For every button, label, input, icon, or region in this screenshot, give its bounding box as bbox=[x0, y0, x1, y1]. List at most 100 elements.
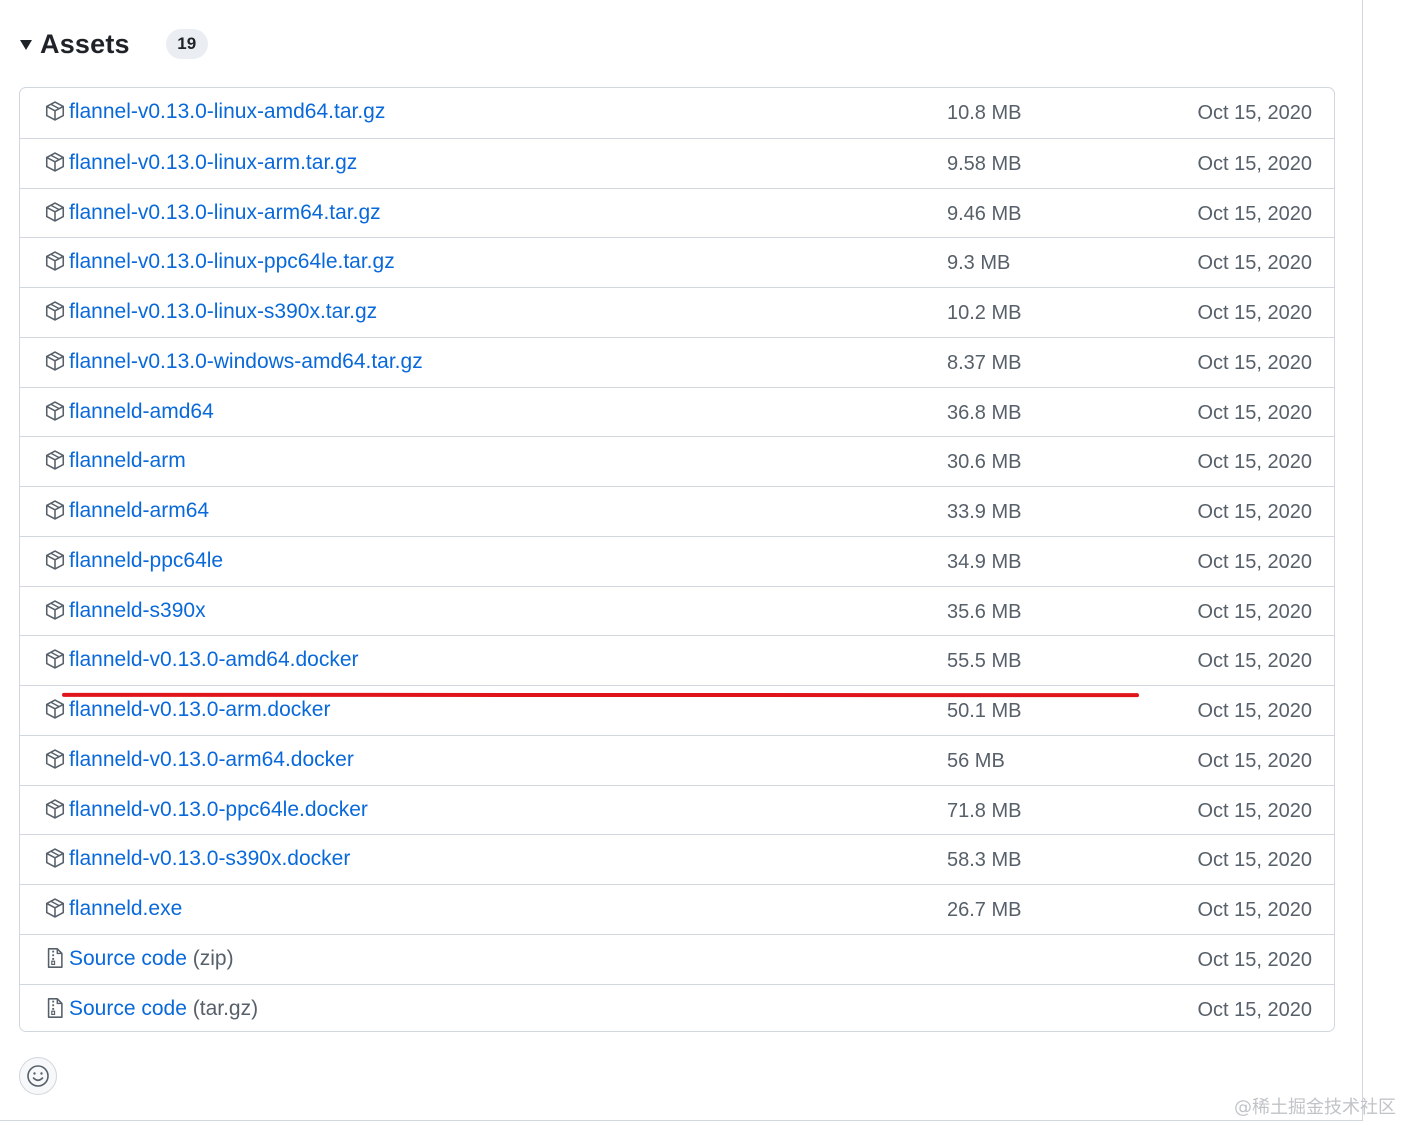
asset-date: Oct 15, 2020 bbox=[1197, 152, 1312, 175]
package-icon bbox=[44, 350, 66, 372]
asset-name: flannel-v0.13.0-linux-amd64.tar.gz bbox=[69, 100, 386, 123]
assets-header[interactable]: Assets 19 bbox=[20, 24, 208, 64]
asset-date: Oct 15, 2020 bbox=[1197, 550, 1312, 573]
asset-link[interactable]: flanneld-arm bbox=[69, 449, 186, 473]
asset-size: 33.9 MB bbox=[947, 501, 1022, 523]
asset-link[interactable]: flannel-v0.13.0-linux-amd64.tar.gz bbox=[69, 100, 385, 124]
asset-date: Oct 15, 2020 bbox=[1197, 650, 1312, 673]
asset-row: flannel-v0.13.0-linux-ppc64le.tar.gz 9.3 … bbox=[20, 237, 1334, 287]
asset-name-suffix: (tar.gz) bbox=[186, 996, 259, 1020]
asset-link[interactable]: flanneld-arm64 bbox=[69, 499, 209, 523]
asset-row: flannel-v0.13.0-linux-s390x.tar.gz 10.2 M… bbox=[20, 287, 1334, 337]
asset-name: flannel-v0.13.0-linux-arm.tar.gz bbox=[69, 150, 358, 174]
asset-date: Oct 15, 2020 bbox=[1197, 252, 1312, 275]
asset-row: flanneld-ppc64le 34.9 MB Oct 15, 2020 bbox=[20, 535, 1334, 586]
asset-name: flanneld-amd64 bbox=[69, 399, 214, 423]
watermark: @稀土掘金技术社区 bbox=[1234, 1097, 1396, 1118]
asset-row: flanneld-arm 30.6 MB Oct 15, 2020 bbox=[20, 436, 1334, 486]
package-icon bbox=[44, 151, 66, 173]
asset-date: Oct 15, 2020 bbox=[1197, 799, 1312, 822]
caret-down-icon[interactable] bbox=[20, 40, 32, 50]
asset-link[interactable]: flannel-v0.13.0-windows-amd64.tar.gz bbox=[69, 350, 423, 374]
add-reaction-button[interactable] bbox=[19, 1057, 57, 1095]
asset-row: flanneld-arm64 33.9 MB Oct 15, 2020 bbox=[20, 486, 1334, 536]
package-icon bbox=[44, 549, 66, 571]
asset-date: Oct 15, 2020 bbox=[1197, 401, 1312, 424]
asset-date: Oct 15, 2020 bbox=[1197, 600, 1312, 623]
asset-link[interactable]: flanneld-v0.13.0-s390x.docker bbox=[69, 847, 350, 871]
red-underline-annotation bbox=[61, 692, 1140, 698]
asset-size: 56 MB bbox=[947, 749, 1005, 772]
asset-name: flanneld-ppc64le bbox=[69, 548, 224, 572]
asset-size: 9.3 MB bbox=[947, 252, 1011, 275]
asset-date: Oct 15, 2020 bbox=[1197, 302, 1312, 324]
asset-size: 55.5 MB bbox=[947, 650, 1022, 673]
asset-link[interactable]: flannel-v0.13.0-linux-ppc64le.tar.gz bbox=[69, 250, 395, 274]
asset-row: flanneld.exe 26.7 MB Oct 15, 2020 bbox=[20, 884, 1334, 934]
asset-row: flanneld-v0.13.0-arm64.docker 56 MB Oct 15… bbox=[20, 734, 1334, 785]
asset-name: flanneld-v0.13.0-amd64.docker bbox=[69, 648, 359, 672]
asset-link[interactable]: flanneld-ppc64le bbox=[69, 549, 223, 573]
asset-row: flannel-v0.13.0-linux-arm.tar.gz 9.58 MB O… bbox=[20, 137, 1334, 188]
asset-row: flanneld-v0.13.0-s390x.docker 58.3 MB Oct … bbox=[20, 834, 1334, 884]
asset-name: flannel-v0.13.0-linux-s390x.tar.gz bbox=[69, 300, 378, 323]
asset-date: Oct 15, 2020 bbox=[1197, 451, 1312, 474]
asset-name: flanneld-s390x bbox=[69, 598, 206, 622]
package-icon bbox=[44, 400, 66, 422]
asset-name: flannel-v0.13.0-linux-arm64.tar.gz bbox=[69, 200, 381, 224]
asset-link[interactable]: flannel-v0.13.0-linux-s390x.tar.gz bbox=[69, 300, 377, 324]
asset-link[interactable]: flanneld-v0.13.0-ppc64le.docker bbox=[69, 798, 368, 822]
assets-count-badge: 19 bbox=[165, 29, 208, 59]
package-icon bbox=[44, 449, 66, 471]
release-page: Assets 19 flannel-v0.13.0-linux-amd64.ta… bbox=[0, 0, 1363, 1121]
asset-name: flannel-v0.13.0-linux-ppc64le.tar.gz bbox=[69, 250, 395, 274]
file-zip-icon bbox=[44, 997, 66, 1019]
asset-name: Source code bbox=[69, 946, 187, 970]
asset-link[interactable]: flanneld-s390x bbox=[69, 599, 206, 623]
asset-link[interactable]: flannel-v0.13.0-linux-arm.tar.gz bbox=[69, 151, 357, 175]
assets-title[interactable]: Assets bbox=[40, 29, 130, 60]
package-icon bbox=[44, 499, 66, 521]
asset-row: flannel-v0.13.0-linux-arm64.tar.gz 9.46 M… bbox=[20, 187, 1334, 238]
asset-link[interactable]: flanneld-v0.13.0-arm.docker bbox=[69, 698, 330, 722]
asset-row: flannel-v0.13.0-windows-amd64.tar.gz 8.37… bbox=[20, 336, 1334, 387]
asset-date: Oct 15, 2020 bbox=[1197, 998, 1312, 1021]
assets-list: flannel-v0.13.0-linux-amd64.tar.gz 10.8 M… bbox=[19, 87, 1335, 1032]
asset-size: 30.6 MB bbox=[947, 451, 1022, 474]
asset-name-suffix: (zip) bbox=[186, 946, 234, 970]
asset-link[interactable]: flannel-v0.13.0-linux-arm64.tar.gz bbox=[69, 201, 381, 225]
asset-link[interactable]: flanneld-v0.13.0-amd64.docker bbox=[69, 648, 359, 672]
asset-link[interactable]: flanneld-v0.13.0-arm64.docker bbox=[69, 748, 354, 772]
package-icon bbox=[44, 201, 66, 223]
asset-row: flanneld-v0.13.0-amd64.docker 55.5 MB Oct … bbox=[20, 635, 1334, 685]
asset-size: 10.2 MB bbox=[947, 302, 1022, 324]
asset-row: flanneld-v0.13.0-ppc64le.docker 71.8 MB Oc… bbox=[20, 784, 1334, 835]
asset-name: flanneld-v0.13.0-ppc64le.docker bbox=[69, 797, 368, 821]
asset-row: flannel-v0.13.0-linux-amd64.tar.gz 10.8 M… bbox=[20, 88, 1334, 138]
package-icon bbox=[44, 748, 66, 770]
package-icon bbox=[44, 599, 66, 621]
package-icon bbox=[44, 897, 66, 919]
asset-row: Source code (tar.gz) Oct 15, 2020 bbox=[20, 983, 1334, 1032]
asset-date: Oct 15, 2020 bbox=[1197, 202, 1312, 225]
asset-link[interactable]: flanneld-amd64 bbox=[69, 400, 214, 424]
asset-date: Oct 15, 2020 bbox=[1197, 102, 1312, 124]
asset-link[interactable]: Source code (zip) bbox=[69, 947, 234, 971]
asset-link[interactable]: flanneld.exe bbox=[69, 897, 182, 921]
asset-date: Oct 15, 2020 bbox=[1197, 849, 1312, 872]
asset-name: flanneld.exe bbox=[69, 897, 183, 920]
asset-date: Oct 15, 2020 bbox=[1197, 351, 1312, 374]
package-icon bbox=[44, 100, 66, 122]
asset-size: 10.8 MB bbox=[947, 102, 1022, 124]
asset-name: flanneld-v0.13.0-s390x.docker bbox=[69, 847, 351, 871]
asset-size: 9.46 MB bbox=[947, 202, 1022, 225]
package-icon bbox=[44, 300, 66, 322]
asset-size: 36.8 MB bbox=[947, 401, 1022, 424]
asset-link[interactable]: Source code (tar.gz) bbox=[69, 997, 258, 1021]
asset-name: flanneld-v0.13.0-arm64.docker bbox=[69, 747, 354, 771]
asset-date: Oct 15, 2020 bbox=[1197, 948, 1312, 971]
asset-date: Oct 15, 2020 bbox=[1197, 700, 1312, 722]
asset-size: 34.9 MB bbox=[947, 550, 1022, 573]
asset-date: Oct 15, 2020 bbox=[1197, 899, 1312, 921]
asset-size: 8.37 MB bbox=[947, 351, 1022, 374]
